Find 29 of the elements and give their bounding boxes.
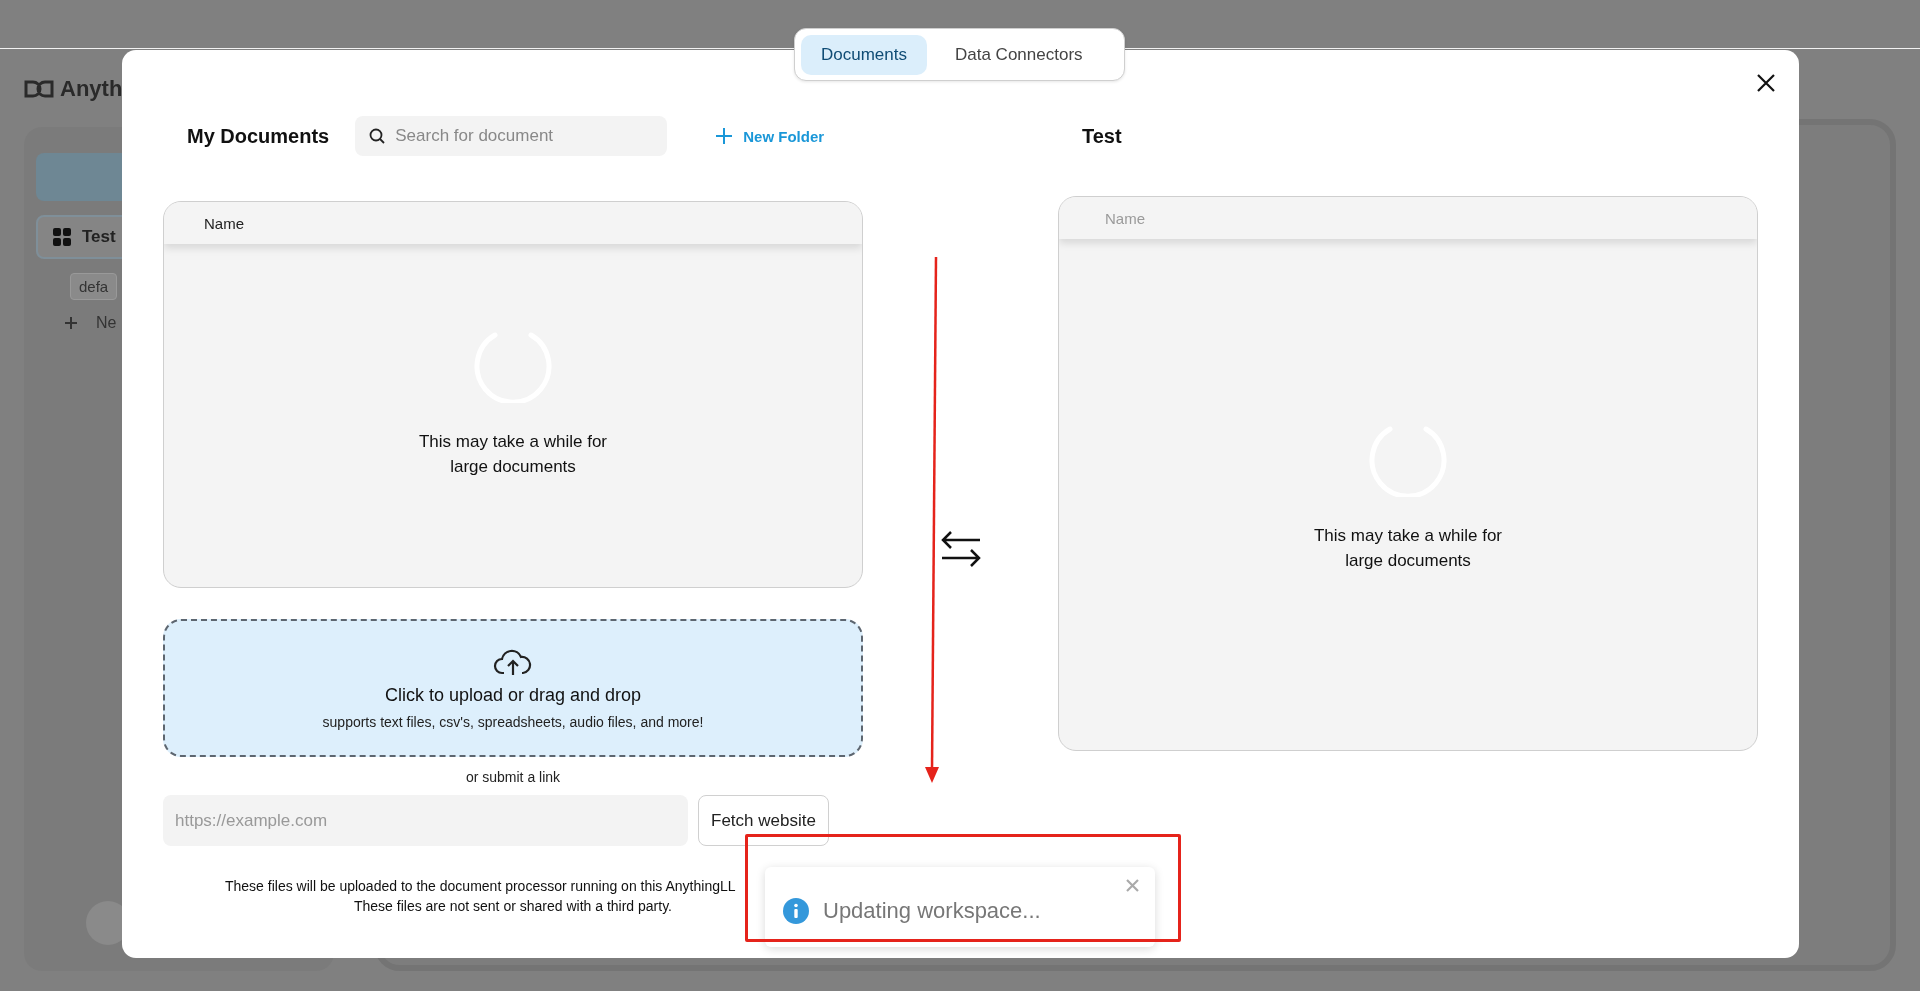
section-title: My Documents <box>187 124 330 148</box>
fetch-website-button[interactable]: Fetch website <box>698 795 829 846</box>
info-icon <box>783 898 809 924</box>
tab[interactable]: Documents <box>801 34 927 75</box>
section-title: Test <box>1082 124 1122 148</box>
footer-note: These files are not sent or shared with a third party. <box>354 897 672 916</box>
close-icon <box>1126 879 1139 892</box>
logo-text: Anyth <box>60 76 123 102</box>
search-field[interactable]: Search for document <box>355 116 668 156</box>
upload-dropzone[interactable]: Click to upload or drag and drop supports text files, csv's, spreadsheets, audio files, and more! <box>163 619 863 757</box>
thread-item[interactable]: defa <box>70 273 118 300</box>
close-icon <box>1756 73 1776 93</box>
loading-text: This may take a while for large documents <box>418 430 608 478</box>
url-field[interactable]: https://example.com <box>163 795 688 846</box>
footer-note: These files will be uploaded to the document processor running on this AnythingLL <box>225 877 736 896</box>
tab[interactable]: Data Connectors <box>935 34 1103 75</box>
upload-hint: supports text files, csv's, spreadsheets, audio files, and more! <box>322 713 704 730</box>
plus-icon <box>64 316 78 330</box>
column-header: Name <box>1105 209 1145 227</box>
toast-message: Updating workspace... <box>823 898 1041 924</box>
search-icon <box>369 128 386 144</box>
plus-icon <box>715 127 734 145</box>
swap-icon <box>939 530 982 568</box>
upload-title: Click to upload or drag and drop <box>384 684 642 706</box>
loading-text: This may take a while for large documents <box>1313 524 1503 572</box>
link-label: or submit a link <box>465 769 561 785</box>
grid-icon <box>52 227 72 247</box>
logo-icon <box>24 79 54 99</box>
column-header: Name <box>204 214 244 232</box>
